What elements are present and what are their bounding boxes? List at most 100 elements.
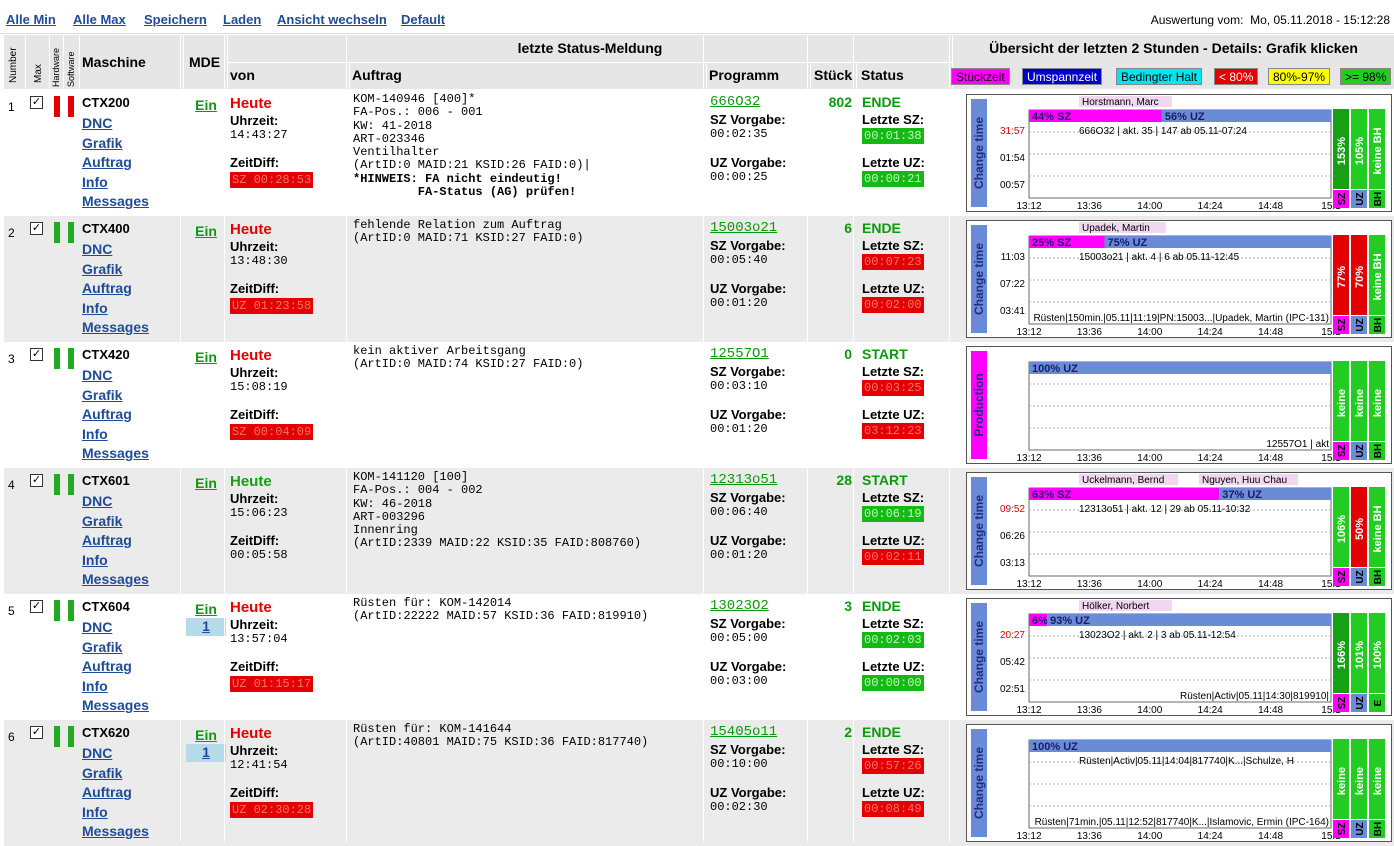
ansicht-wechseln-link[interactable]: Ansicht wechseln	[277, 12, 387, 27]
auftrag-line: Rüsten für: KOM-141644	[353, 722, 512, 736]
messages-link[interactable]: Messages	[82, 696, 149, 716]
uhrzeit-label: Uhrzeit:	[230, 113, 279, 128]
mde-ein-link[interactable]: Ein	[186, 601, 226, 617]
x-tick-label: 14:24	[1198, 201, 1223, 211]
grafik-link[interactable]: Grafik	[82, 386, 149, 406]
mde-ein-link[interactable]: Ein	[186, 475, 226, 491]
max-checkbox[interactable]: ✓	[30, 600, 43, 613]
programm-link[interactable]: 666O32	[710, 94, 810, 110]
default-link[interactable]: Default	[401, 12, 445, 27]
dnc-link[interactable]: DNC	[82, 744, 149, 764]
programm-link[interactable]: 12557O1	[710, 346, 810, 362]
uhrzeit-label: Uhrzeit:	[230, 239, 279, 254]
overview-chart[interactable]: Change time Uckelmann, Bernd Nguyen, Huu C…	[966, 472, 1392, 590]
overview-chart[interactable]: Production 100% UZ 12557O1 | akt 13:12 13:36…	[966, 346, 1392, 464]
info-link[interactable]: Info	[82, 425, 149, 445]
grafik-link[interactable]: Grafik	[82, 134, 149, 154]
mde-count-link[interactable]: 1	[186, 744, 226, 762]
messages-link[interactable]: Messages	[82, 192, 149, 212]
auftrag-link[interactable]: Auftrag	[82, 153, 149, 173]
chart-caption: 12313o51 | akt. 12 | 29 ab 05.11-10:32	[1079, 504, 1251, 515]
info-link[interactable]: Info	[82, 551, 149, 571]
messages-link[interactable]: Messages	[82, 570, 149, 590]
grafik-link[interactable]: Grafik	[82, 764, 149, 784]
status-cell: ENDE Letzte SZ: 00:01:38 Letzte UZ: 00:00:21	[862, 94, 952, 187]
auftrag-line: KW: 41-2018	[353, 118, 433, 133]
dnc-link[interactable]: DNC	[82, 618, 149, 638]
info-link[interactable]: Info	[82, 299, 149, 319]
max-checkbox[interactable]: ✓	[30, 726, 43, 739]
max-checkbox[interactable]: ✓	[30, 474, 43, 487]
alle-max-link[interactable]: Alle Max	[73, 12, 126, 27]
mde-ein-link[interactable]: Ein	[186, 97, 226, 113]
machine-links: DNC Grafik Auftrag Info Messages	[82, 492, 149, 590]
info-link[interactable]: Info	[82, 677, 149, 697]
speichern-link[interactable]: Speichern	[144, 12, 207, 27]
auftrag-line: KW: 46-2018	[353, 496, 433, 511]
info-link[interactable]: Info	[82, 173, 149, 193]
programm-link[interactable]: 13023O2	[710, 598, 810, 614]
sz-vorgabe-label: SZ Vorgabe:	[710, 742, 786, 757]
programm-link[interactable]: 15003o21	[710, 220, 810, 236]
grafik-link[interactable]: Grafik	[82, 512, 149, 532]
programm-link[interactable]: 15405o11	[710, 724, 810, 740]
share-bar-label: 37% UZ	[1222, 489, 1262, 501]
dnc-link[interactable]: DNC	[82, 366, 149, 386]
max-checkbox[interactable]: ✓	[30, 222, 43, 235]
uz-vorgabe-label: UZ Vorgabe:	[710, 533, 787, 548]
letzte-sz-value: 00:57:26	[862, 758, 924, 774]
auftrag-link[interactable]: Auftrag	[82, 783, 149, 803]
programm-cell: 15405o11 SZ Vorgabe: 00:10:00 UZ Vorgabe: 00…	[710, 724, 810, 814]
indicator-key: UZ	[1355, 192, 1366, 205]
day-label: Heute	[230, 347, 272, 364]
mde-ein-link[interactable]: Ein	[186, 223, 226, 239]
table-row: 2 ✓ CTX400 DNC Grafik Auftrag Info Messages Ein H…	[4, 216, 1394, 342]
indicator-key: BH	[1373, 318, 1384, 332]
chart-caption: Rüsten|Activ|05.11|14:04|817740|K...|Sch…	[1079, 756, 1294, 767]
mde-ein-link[interactable]: Ein	[186, 349, 226, 365]
alle-min-link[interactable]: Alle Min	[6, 12, 56, 27]
y-tick-label: 02:51	[1000, 684, 1025, 695]
side-label: Change time	[972, 495, 986, 567]
letzte-sz-value: 00:01:38	[862, 128, 924, 144]
info-link[interactable]: Info	[82, 803, 149, 823]
y-tick-label: 03:41	[1000, 306, 1025, 317]
auftrag-link[interactable]: Auftrag	[82, 531, 149, 551]
x-tick-label: 14:00	[1137, 453, 1162, 463]
grafik-link[interactable]: Grafik	[82, 260, 149, 280]
programm-link[interactable]: 12313o51	[710, 472, 810, 488]
messages-link[interactable]: Messages	[82, 318, 149, 338]
dnc-link[interactable]: DNC	[82, 114, 149, 134]
indicator-key: BH	[1373, 192, 1384, 206]
messages-link[interactable]: Messages	[82, 822, 149, 842]
share-bar-label: 56% UZ	[1165, 111, 1205, 123]
auftrag-link[interactable]: Auftrag	[82, 405, 149, 425]
dnc-link[interactable]: DNC	[82, 492, 149, 512]
zeitdiff-value: SZ 00:28:53	[230, 172, 314, 188]
auftrag-link[interactable]: Auftrag	[82, 279, 149, 299]
letzte-uz-label: Letzte UZ:	[862, 407, 925, 422]
dnc-link[interactable]: DNC	[82, 240, 149, 260]
stueck-count: 802	[828, 94, 852, 110]
auftrag-link[interactable]: Auftrag	[82, 657, 149, 677]
grafik-link[interactable]: Grafik	[82, 638, 149, 658]
letzte-uz-label: Letzte UZ:	[862, 533, 925, 548]
overview-chart[interactable]: Change time Upadek, Martin 25% SZ 75% UZ 11:…	[966, 220, 1392, 338]
chart-svg: Change time Hölker, Norbert 6% 93% UZ 20:27 0…	[971, 600, 1385, 716]
auftrag-line: (ArtID:0 MAID:71 KSID:27 FAID:0)	[353, 231, 584, 246]
chart-footer: Rüsten|71min.|05.11|12:52|817740|K...|Is…	[1035, 817, 1329, 828]
laden-link[interactable]: Laden	[223, 12, 261, 27]
max-checkbox[interactable]: ✓	[30, 348, 43, 361]
y-tick-label: 11:03	[1001, 252, 1026, 263]
x-tick-label: 13:12	[1016, 705, 1041, 715]
messages-link[interactable]: Messages	[82, 444, 149, 464]
indicator-key: SZ	[1337, 445, 1348, 458]
mde-count-link[interactable]: 1	[186, 618, 226, 636]
overview-chart[interactable]: Change time 100% UZ Rüsten|Activ|05.11|14:…	[966, 724, 1392, 842]
indicator-value: keine	[1354, 767, 1366, 795]
overview-chart[interactable]: Change time Horstmann, Marc 44% SZ 56% UZ 31…	[966, 94, 1392, 212]
max-checkbox[interactable]: ✓	[30, 96, 43, 109]
table-header: Number Max Hardware Software Maschine MD…	[4, 35, 1394, 89]
mde-ein-link[interactable]: Ein	[186, 727, 226, 743]
overview-chart[interactable]: Change time Hölker, Norbert 6% 93% UZ 20:27 0…	[966, 598, 1392, 716]
